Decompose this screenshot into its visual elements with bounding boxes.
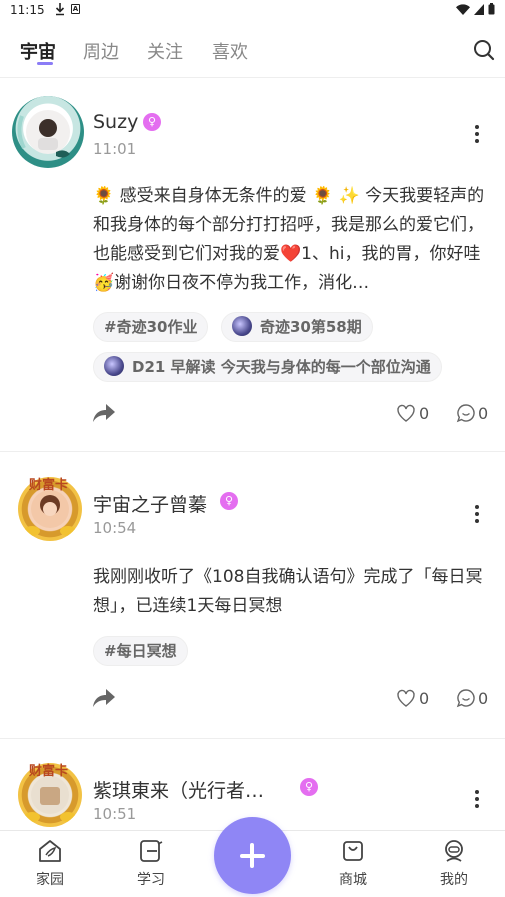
more-options-icon[interactable] (475, 790, 479, 808)
comment-icon[interactable] (456, 403, 476, 423)
nav-label: 商城 (339, 872, 367, 888)
top-tab-bar: 宇宙 周边 关注 喜欢 (0, 22, 505, 78)
plus-icon (250, 843, 254, 868)
nav-label: 我的 (440, 872, 468, 888)
female-badge-icon: ♀ (143, 113, 161, 131)
topic-tag[interactable]: 奇迹30第58期 (221, 312, 373, 342)
signal-icon (474, 3, 484, 15)
comment-icon[interactable] (456, 688, 476, 708)
frame-label: 财富卡 (29, 764, 69, 779)
topic-tag[interactable]: #每日冥想 (93, 636, 188, 666)
like-icon[interactable] (396, 403, 416, 423)
like-icon[interactable] (396, 688, 416, 708)
comment-count: 0 (478, 404, 489, 423)
download-icon (55, 3, 65, 16)
tab-following[interactable]: 关注 (147, 38, 183, 64)
tab-likes[interactable]: 喜欢 (212, 38, 248, 64)
like-count: 0 (419, 689, 430, 708)
nav-home[interactable]: 家园 (20, 839, 80, 889)
nav-study[interactable]: 学习 (121, 839, 181, 889)
female-badge-icon: ♀ (300, 778, 318, 796)
divider (0, 451, 505, 452)
topic-thumbnail-icon (104, 356, 124, 376)
share-icon[interactable] (92, 688, 116, 708)
create-post-button[interactable] (214, 817, 291, 894)
nav-shop[interactable]: 商城 (323, 839, 383, 889)
post-time: 10:51 (93, 805, 137, 823)
topic-tag[interactable]: D21 早解读 今天我与身体的每一个部位沟通 (93, 352, 442, 382)
frame-label: 财富卡 (29, 478, 69, 493)
post-content[interactable]: 我刚刚收听了《108自我确认语句》完成了「每日冥想」，已连续1天每日冥想 (93, 563, 493, 621)
tab-nearby[interactable]: 周边 (83, 38, 119, 64)
topic-thumbnail-icon (232, 316, 252, 336)
username[interactable]: 宇宙之子曾蓁 (93, 490, 207, 517)
shop-icon (343, 841, 363, 861)
comment-count: 0 (478, 689, 489, 708)
username[interactable]: 紫琪東来（光行者… (93, 776, 264, 803)
more-options-icon[interactable] (475, 125, 479, 143)
status-bar: 11:15 A (0, 0, 505, 22)
topic-tag[interactable]: #奇迹30作业 (93, 312, 209, 342)
female-badge-icon: ♀ (220, 492, 238, 510)
status-time: 11:15 (10, 3, 45, 17)
username[interactable]: Suzy (93, 111, 138, 133)
nav-label: 学习 (137, 872, 165, 888)
profile-icon (445, 840, 463, 862)
nav-profile[interactable]: 我的 (424, 839, 484, 889)
topic-tag-label: D21 早解读 今天我与身体的每一个部位沟通 (132, 358, 431, 376)
tab-universe[interactable]: 宇宙 (20, 38, 56, 64)
battery-icon (488, 3, 495, 15)
share-icon[interactable] (92, 403, 116, 423)
more-options-icon[interactable] (475, 505, 479, 523)
app-notification-icon: A (71, 4, 80, 14)
post-time: 10:54 (93, 519, 137, 537)
nav-label: 家园 (36, 872, 64, 888)
topic-tag-label: 奇迹30第58期 (260, 318, 362, 336)
avatar[interactable] (12, 96, 84, 168)
like-count: 0 (419, 404, 430, 423)
post-time: 11:01 (93, 140, 137, 158)
divider (0, 738, 505, 739)
study-icon (140, 840, 163, 862)
search-icon[interactable] (473, 39, 495, 61)
post-content[interactable]: 🌻 感受来自身体无条件的爱 🌻 ✨ 今天我要轻声的和我身体的每个部分打打招呼，我… (93, 182, 493, 298)
wifi-icon (456, 3, 470, 15)
active-tab-indicator (37, 62, 53, 65)
home-icon (39, 840, 61, 862)
status-icons (456, 3, 495, 15)
avatar-frame-icon (17, 110, 70, 158)
